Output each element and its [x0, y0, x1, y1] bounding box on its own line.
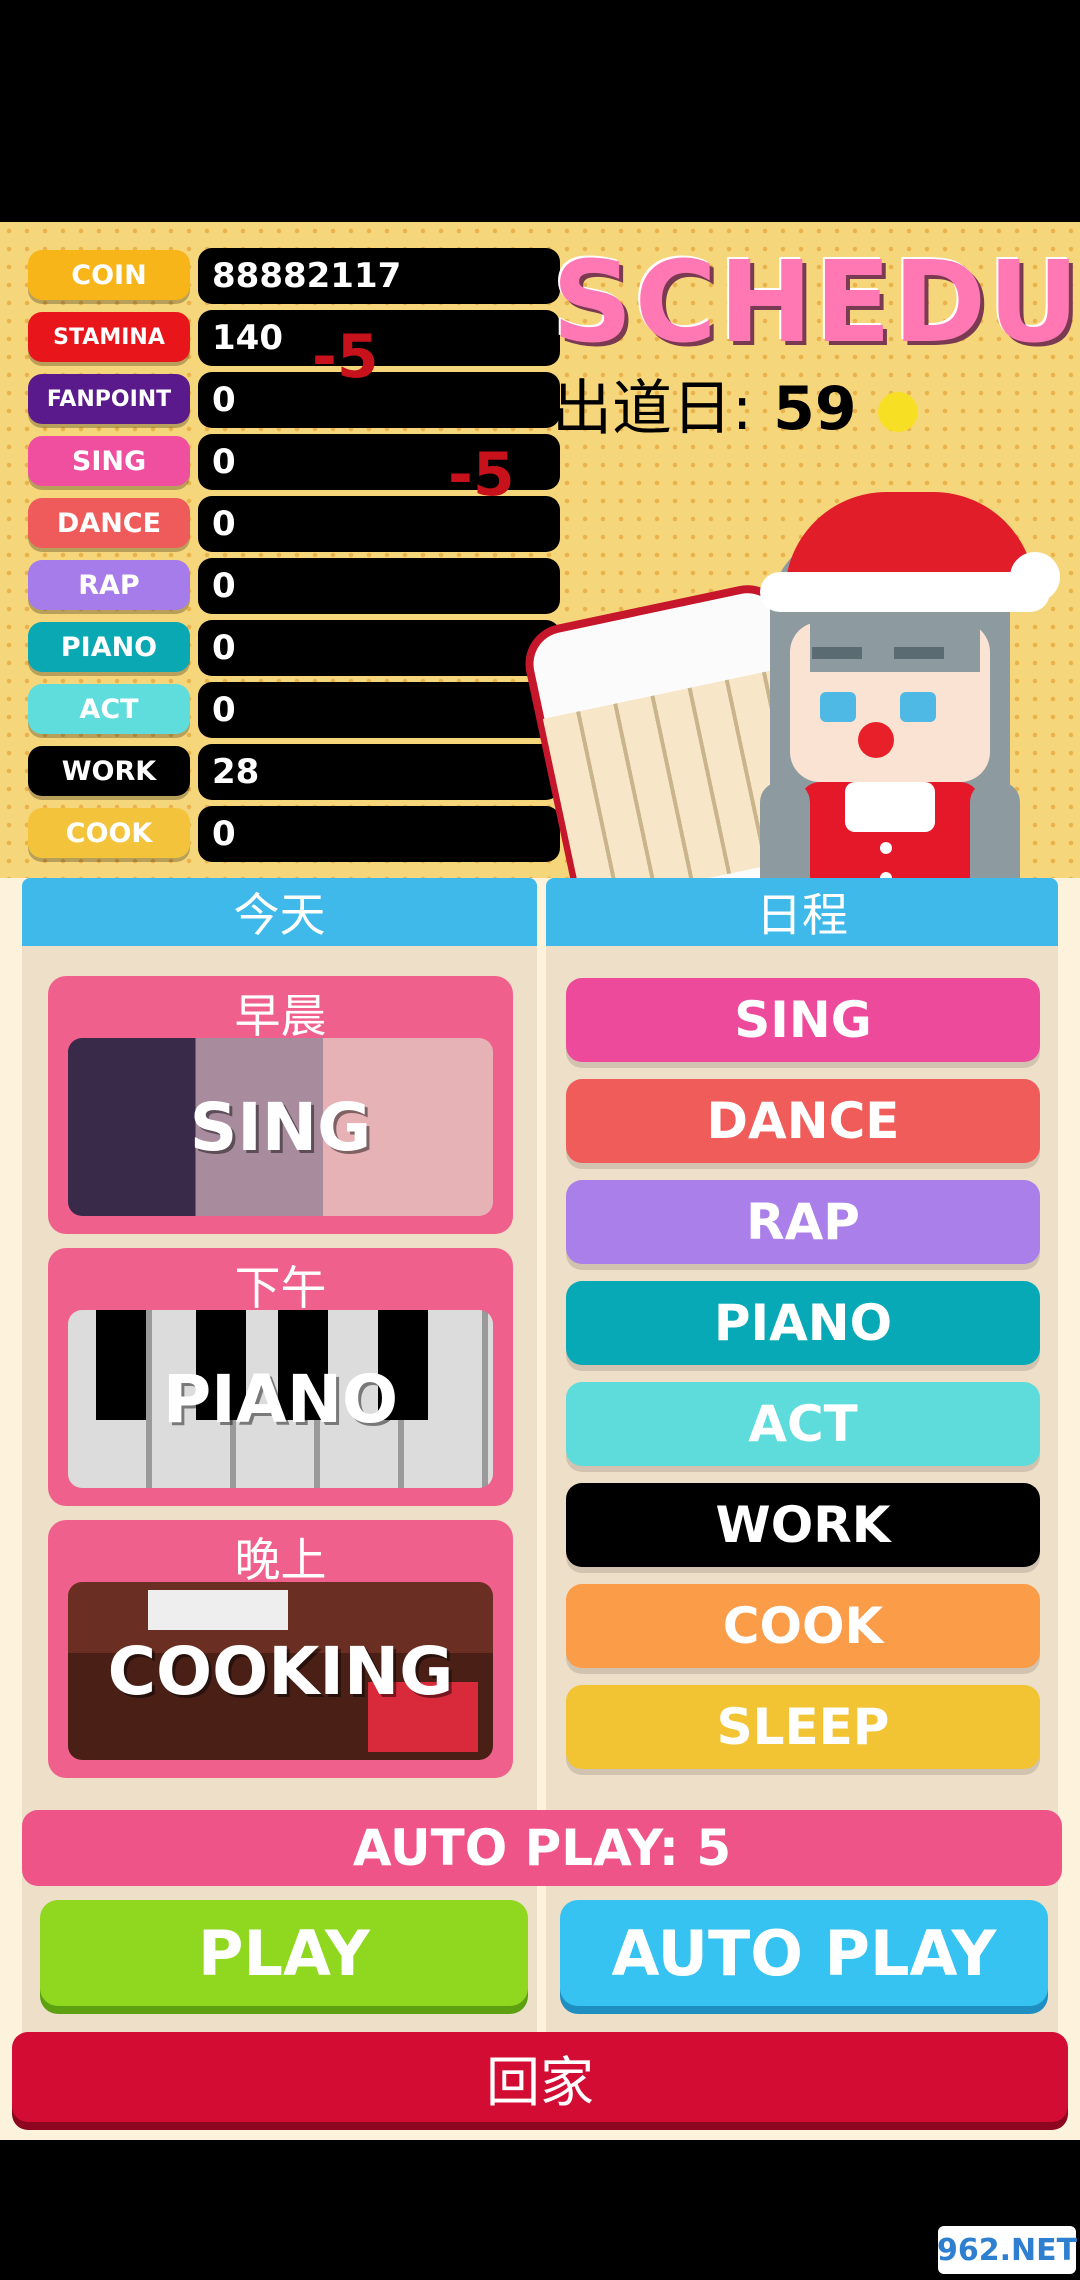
- schedule-option-dance[interactable]: DANCE: [566, 1079, 1040, 1163]
- stat-change-indicator: -5: [448, 440, 515, 510]
- stat-label: STAMINA: [28, 312, 190, 362]
- afternoon-activity: PIANO: [162, 1360, 399, 1438]
- game-scene: COIN 88882117 STAMINA 140 FANPOINT 0 SING 0 DANC…: [0, 222, 1080, 878]
- morning-activity: SING: [189, 1088, 372, 1166]
- auto-play-status: AUTO PLAY: 5: [22, 1810, 1062, 1886]
- schedule-option-sleep[interactable]: SLEEP: [566, 1685, 1040, 1769]
- stat-value: 88882117: [198, 248, 560, 304]
- debut-countdown: 出道日: 59: [552, 360, 918, 447]
- stat-row-act: ACT 0: [28, 680, 560, 738]
- stat-label: SING: [28, 436, 190, 486]
- stat-row-rap: RAP 0: [28, 556, 560, 614]
- site-watermark: 962.NET: [937, 2226, 1077, 2274]
- afternoon-label: 下午: [234, 1261, 327, 1315]
- stat-value: 0: [198, 558, 560, 614]
- stat-label: WORK: [28, 746, 190, 796]
- stat-label: COOK: [28, 808, 190, 858]
- evening-label: 晚上: [234, 1533, 327, 1587]
- afternoon-slot[interactable]: 下午 PIANO: [48, 1248, 513, 1506]
- stat-label: FANPOINT: [28, 374, 190, 424]
- morning-label: 早晨: [234, 989, 327, 1043]
- stat-label: PIANO: [28, 622, 190, 672]
- stat-row-stamina: STAMINA 140: [28, 308, 560, 366]
- stat-row-work: WORK 28: [28, 742, 560, 800]
- stat-label: RAP: [28, 560, 190, 610]
- stat-value: 0: [198, 372, 560, 428]
- stamina-change-indicator: -5: [312, 322, 379, 392]
- schedule-header: 日程: [546, 878, 1058, 946]
- stat-value: 140: [198, 310, 560, 366]
- schedule-title: SCHEDULE: [552, 238, 1080, 368]
- stat-value: 0: [198, 682, 560, 738]
- schedule-option-act[interactable]: ACT: [566, 1382, 1040, 1466]
- piano-activity-image: PIANO: [68, 1310, 493, 1488]
- schedule-option-rap[interactable]: RAP: [566, 1180, 1040, 1264]
- stat-label: ACT: [28, 684, 190, 734]
- stat-value: 28: [198, 744, 560, 800]
- stat-label: COIN: [28, 250, 190, 300]
- evening-slot[interactable]: 晚上 COOKING: [48, 1520, 513, 1778]
- sing-activity-image: SING: [68, 1038, 493, 1216]
- debut-value: 59: [773, 374, 857, 444]
- smile-icon: [877, 392, 918, 433]
- debut-label: 出道日:: [552, 374, 753, 444]
- schedule-option-work[interactable]: WORK: [566, 1483, 1040, 1567]
- stat-label: DANCE: [28, 498, 190, 548]
- stat-row-coin: COIN 88882117: [28, 246, 560, 304]
- play-button[interactable]: PLAY: [40, 1900, 528, 2006]
- auto-play-button[interactable]: AUTO PLAY: [560, 1900, 1048, 2006]
- today-header: 今天: [22, 878, 537, 946]
- schedule-option-piano[interactable]: PIANO: [566, 1281, 1040, 1365]
- stat-value: 0: [198, 620, 560, 676]
- stat-value: 0: [198, 806, 560, 862]
- morning-slot[interactable]: 早晨 SING: [48, 976, 513, 1234]
- stat-row-piano: PIANO 0: [28, 618, 560, 676]
- stat-row-cook: COOK 0: [28, 804, 560, 862]
- evening-activity: COOKING: [107, 1632, 454, 1710]
- stat-row-fanpoint: FANPOINT 0: [28, 370, 560, 428]
- schedule-option-cook[interactable]: COOK: [566, 1584, 1040, 1668]
- schedule-option-sing[interactable]: SING: [566, 978, 1040, 1062]
- cooking-activity-image: COOKING: [68, 1582, 493, 1760]
- go-home-button[interactable]: 回家: [12, 2032, 1068, 2122]
